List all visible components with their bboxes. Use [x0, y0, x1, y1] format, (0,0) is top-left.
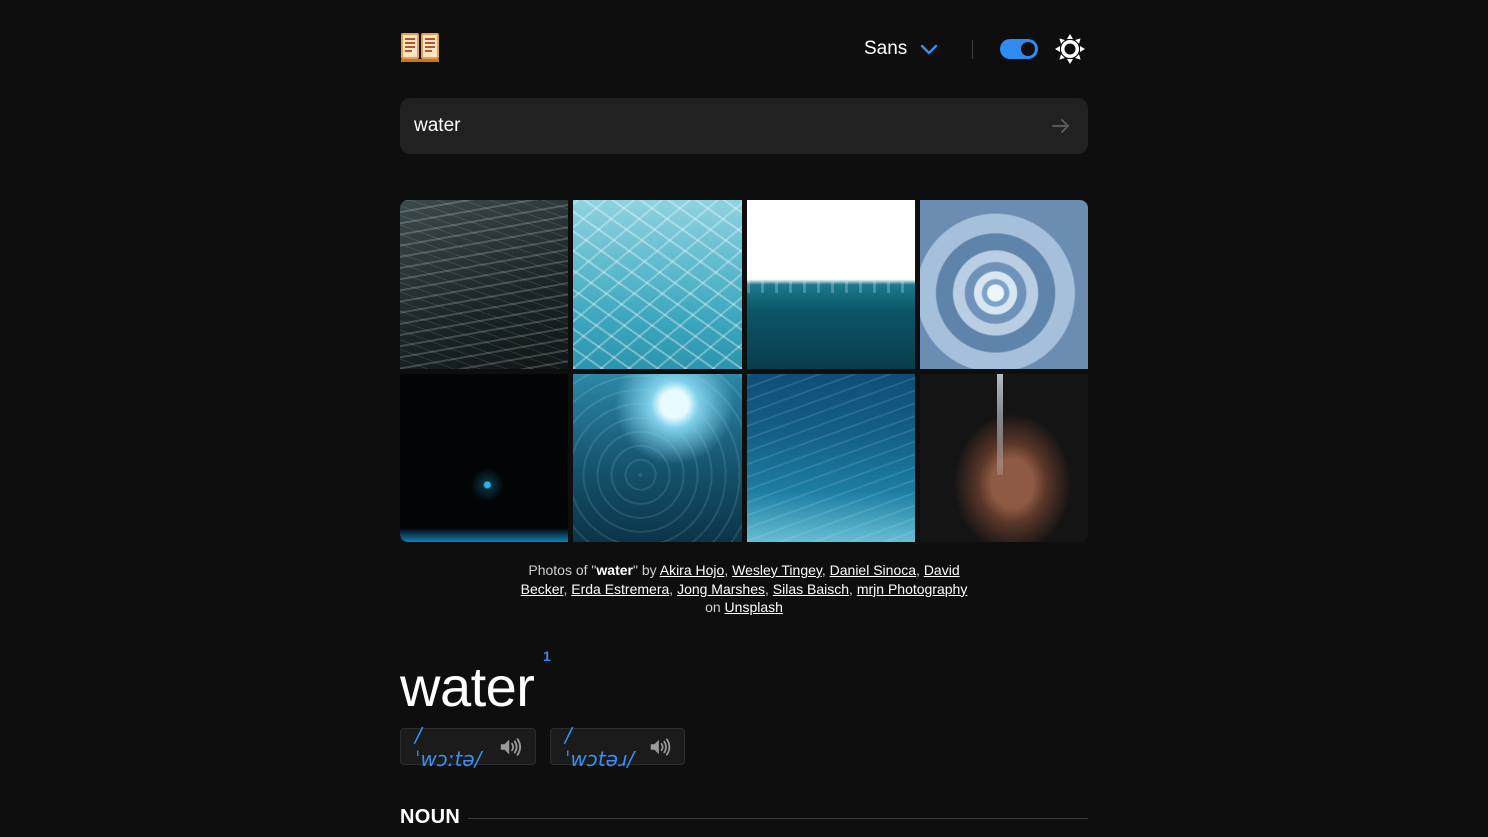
part-of-speech-heading: NOUN [400, 806, 461, 828]
phonetic-text: / ˈwɔtəɹ/ [565, 722, 635, 771]
credit-on: on [705, 599, 721, 615]
credit-by: " by [632, 562, 660, 578]
font-family-label: Sans [864, 38, 908, 59]
arrow-right-icon[interactable] [1050, 115, 1072, 137]
book-logo-icon[interactable] [400, 30, 440, 64]
gallery-image[interactable] [400, 200, 569, 369]
speaker-icon [500, 737, 521, 756]
font-family-dropdown[interactable]: Sans [864, 38, 939, 60]
homograph-number: 1 [543, 648, 551, 664]
dark-mode-toggle[interactable] [1000, 39, 1038, 59]
pronunciation-button[interactable]: / ˈwɔːtə/ [400, 723, 536, 771]
gallery-image[interactable] [400, 373, 569, 542]
header: Sans [400, 30, 1088, 68]
pronunciation-button[interactable]: / ˈwɔtəɹ/ [550, 723, 685, 771]
gallery-image[interactable] [919, 200, 1088, 369]
photographer-link[interactable]: Akira Hojo [660, 562, 725, 578]
search-bar [400, 98, 1088, 154]
photographer-link[interactable]: Silas Baisch [773, 581, 849, 597]
speaker-icon [650, 737, 670, 756]
gallery-image[interactable] [919, 373, 1088, 542]
credit-prefix: Photos of " [528, 562, 597, 578]
gallery-image[interactable] [573, 373, 742, 542]
chevron-down-icon [921, 44, 938, 55]
page: Sans water Photos of "water" by Akira Ho… [400, 0, 1088, 837]
photo-credit: Photos of "water" by Akira Hojo, Wesley … [520, 562, 968, 615]
photographer-link[interactable]: mrjn Photography [857, 581, 968, 597]
photographer-link[interactable]: Jong Marshes [677, 581, 765, 597]
photographer-link[interactable]: Daniel Sinoca [830, 562, 916, 578]
sun-icon[interactable] [1054, 33, 1086, 65]
gallery-image[interactable] [573, 200, 742, 369]
image-gallery [400, 200, 1088, 542]
gallery-image[interactable] [746, 373, 915, 542]
photographer-link[interactable]: Wesley Tingey [732, 562, 822, 578]
headword: water [400, 655, 535, 718]
search-input[interactable] [414, 98, 1014, 154]
toggle-knob [1021, 42, 1035, 56]
section-divider [468, 818, 1088, 819]
phonetic-text: / ˈwɔːtə/ [415, 722, 482, 771]
credit-query: water [596, 562, 633, 578]
unsplash-link[interactable]: Unsplash [725, 599, 783, 615]
photographer-link[interactable]: Erda Estremera [571, 581, 669, 597]
gallery-image[interactable] [746, 200, 915, 369]
header-divider [972, 40, 973, 59]
